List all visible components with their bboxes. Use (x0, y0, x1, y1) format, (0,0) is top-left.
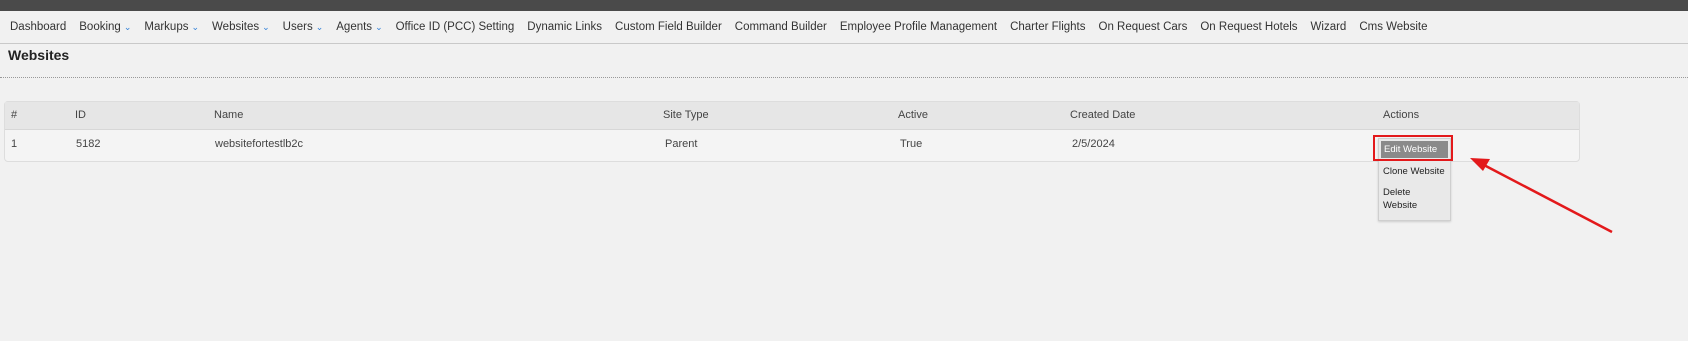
websites-table: # ID Name Site Type Active Created Date … (4, 101, 1580, 162)
chevron-down-icon: ⌄ (123, 21, 132, 32)
nav-label: Custom Field Builder (615, 21, 722, 33)
nav-label: Employee Profile Management (839, 21, 998, 33)
table-header: # ID Name Site Type Active Created Date … (5, 102, 1579, 130)
cell-active: True (900, 138, 923, 150)
delete-website-button[interactable]: Delete Website (1379, 182, 1439, 216)
nav-label: Websites (212, 21, 260, 33)
nav-label: Charter Flights (1010, 21, 1086, 33)
header-active: Active (898, 109, 928, 121)
clone-website-button[interactable]: Clone Website (1379, 160, 1450, 182)
nav-websites[interactable]: Websites ⌄ (212, 21, 270, 33)
nav-booking[interactable]: Booking ⌄ (79, 21, 131, 33)
annotation-highlight-box (1373, 135, 1453, 161)
nav-custom-field-builder[interactable]: Custom Field Builder (615, 21, 722, 33)
header-created-date: Created Date (1070, 109, 1136, 121)
chevron-down-icon: ⌄ (375, 21, 383, 32)
cell-created-date: 2/5/2024 (1072, 138, 1115, 150)
cell-index: 1 (11, 138, 18, 150)
nav-label: Booking (79, 21, 121, 33)
chevron-down-icon: ⌄ (191, 21, 200, 32)
nav-label: Markups (144, 21, 189, 33)
nav-on-request-cars[interactable]: On Request Cars (1099, 21, 1188, 33)
chevron-down-icon: ⌄ (315, 21, 324, 32)
nav-label: Cms Website (1359, 21, 1428, 33)
nav-dashboard[interactable]: Dashboard (10, 21, 66, 33)
header-name: Name (214, 109, 244, 121)
nav-wizard[interactable]: Wizard (1311, 21, 1347, 33)
cell-id: 5182 (76, 138, 101, 150)
nav-office-id-setting[interactable]: Office ID (PCC) Setting (396, 21, 515, 33)
nav-agents[interactable]: Agents ⌄ (336, 21, 382, 33)
table-row[interactable]: 1 5182 websitefortestlb2c Parent True 2/… (5, 130, 1579, 161)
header-actions: Actions (1383, 109, 1420, 121)
page-title: Websites (8, 47, 70, 63)
chevron-down-icon: ⌄ (262, 21, 270, 32)
nav-charter-flights[interactable]: Charter Flights (1010, 21, 1085, 33)
header-site-type: Site Type (663, 109, 709, 121)
header-id: ID (75, 109, 86, 121)
nav-label: Command Builder (734, 21, 827, 33)
nav-label: Users (282, 21, 313, 33)
nav-dynamic-links[interactable]: Dynamic Links (527, 21, 602, 33)
nav-command-builder[interactable]: Command Builder (735, 21, 827, 33)
header-index: # (11, 109, 18, 121)
nav-cms-website[interactable]: Cms Website (1359, 21, 1427, 33)
nav-on-request-hotels[interactable]: On Request Hotels (1200, 21, 1297, 33)
nav-label: Agents (336, 21, 373, 33)
nav-label: On Request Hotels (1200, 21, 1298, 33)
top-bar (0, 0, 1688, 11)
nav-users[interactable]: Users ⌄ (283, 21, 324, 33)
nav-markups[interactable]: Markups ⌄ (144, 21, 199, 33)
main-nav: Dashboard Booking ⌄ Markups ⌄ Websites ⌄ Us… (0, 11, 1688, 44)
nav-employee-profile-management[interactable]: Employee Profile Management (840, 21, 997, 33)
nav-label: Wizard (1310, 21, 1347, 33)
nav-label: Dynamic Links (527, 21, 603, 33)
cell-name: websitefortestlb2c (215, 138, 304, 150)
nav-label: Office ID (PCC) Setting (395, 21, 515, 33)
nav-label: On Request Cars (1098, 21, 1188, 33)
title-divider (0, 77, 1688, 78)
nav-label: Dashboard (10, 21, 67, 33)
cell-site-type: Parent (665, 138, 698, 150)
